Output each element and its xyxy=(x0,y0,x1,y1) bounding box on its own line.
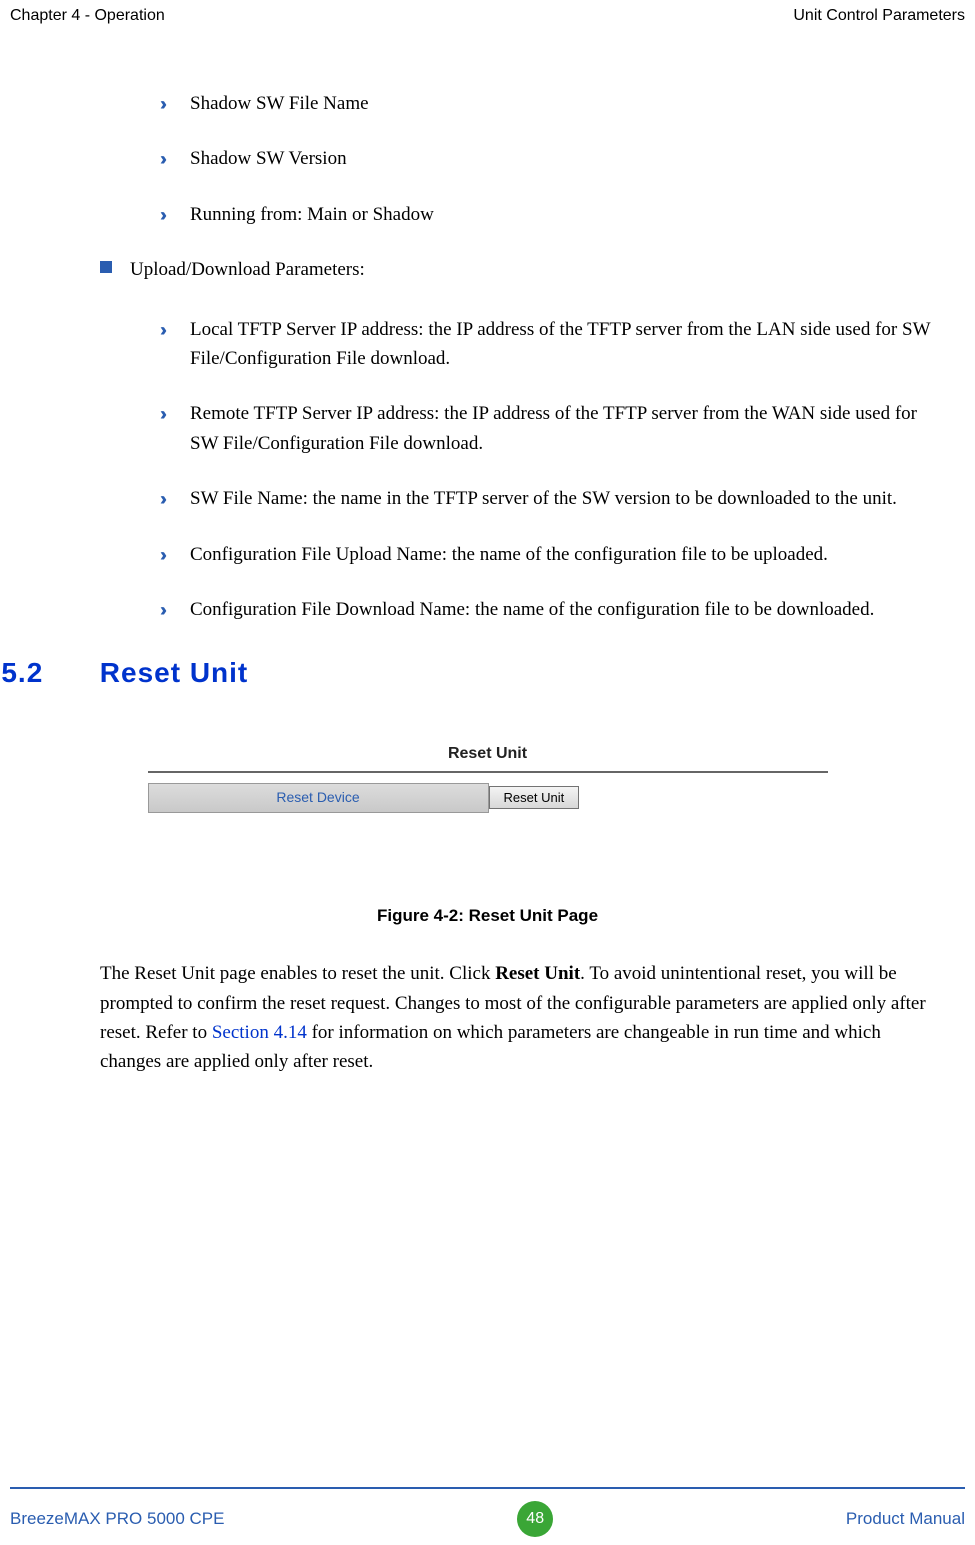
list-text: Configuration File Download Name: the na… xyxy=(190,599,874,620)
header-chapter: Chapter 4 - Operation xyxy=(10,4,165,29)
square-bullet-icon xyxy=(100,261,112,273)
list-item: ›› SW File Name: the name in the TFTP se… xyxy=(130,484,935,513)
upload-heading: Upload/Download Parameters: xyxy=(130,259,365,280)
list-item: ›› Running from: Main or Shadow xyxy=(130,200,935,229)
list-item: ›› Remote TFTP Server IP address: the IP… xyxy=(130,399,935,458)
upload-list: ›› Local TFTP Server IP address: the IP … xyxy=(130,315,935,625)
chevron-icon: ›› xyxy=(160,202,162,230)
chevron-icon: ›› xyxy=(160,91,162,119)
list-text: Local TFTP Server IP address: the IP add… xyxy=(190,319,930,369)
para-bold: Reset Unit xyxy=(495,963,580,984)
list-text: Remote TFTP Server IP address: the IP ad… xyxy=(190,403,917,453)
figure-caption: Figure 4-2: Reset Unit Page xyxy=(138,903,838,929)
header-section: Unit Control Parameters xyxy=(793,4,965,29)
list-item: ›› Configuration File Download Name: the… xyxy=(130,595,935,624)
sw-info-list: ›› Shadow SW File Name ›› Shadow SW Vers… xyxy=(130,89,935,229)
para-part1: The Reset Unit page enables to reset the… xyxy=(100,963,495,984)
section-link[interactable]: Section 4.14 xyxy=(212,1022,307,1043)
footer-manual: Product Manual xyxy=(846,1506,965,1532)
list-item: ›› Configuration File Upload Name: the n… xyxy=(130,540,935,569)
section-number: 4.5.2 xyxy=(0,651,91,694)
chevron-icon: ›› xyxy=(160,542,162,570)
figure-reset-unit: Reset Unit Reset Device Reset Unit Figur… xyxy=(138,742,838,929)
chevron-icon: ›› xyxy=(160,486,162,514)
list-text: Shadow SW File Name xyxy=(190,93,369,114)
list-text: Running from: Main or Shadow xyxy=(190,204,434,225)
page-number: 48 xyxy=(517,1501,553,1537)
page-footer: BreezeMAX PRO 5000 CPE 48 Product Manual xyxy=(0,1487,975,1545)
list-item: ›› Shadow SW File Name xyxy=(130,89,935,118)
upload-heading-row: Upload/Download Parameters: xyxy=(100,255,935,284)
list-item: ›› Local TFTP Server IP address: the IP … xyxy=(130,315,935,374)
list-item: ›› Shadow SW Version xyxy=(130,144,935,173)
chevron-icon: ›› xyxy=(160,146,162,174)
reset-unit-panel: Reset Unit Reset Device Reset Unit xyxy=(148,742,828,813)
list-text: Configuration File Upload Name: the name… xyxy=(190,544,828,565)
list-text: SW File Name: the name in the TFTP serve… xyxy=(190,488,897,509)
reset-row: Reset Device Reset Unit xyxy=(148,783,828,813)
footer-product: BreezeMAX PRO 5000 CPE xyxy=(10,1506,224,1532)
page-header: Chapter 4 - Operation Unit Control Param… xyxy=(0,0,975,29)
section-title: Reset Unit xyxy=(100,657,248,688)
page-content: ›› Shadow SW File Name ›› Shadow SW Vers… xyxy=(0,29,975,1077)
chevron-icon: ›› xyxy=(160,597,162,625)
reset-description: The Reset Unit page enables to reset the… xyxy=(100,959,935,1077)
reset-device-label: Reset Device xyxy=(148,783,489,813)
panel-title: Reset Unit xyxy=(148,742,828,771)
chevron-icon: ›› xyxy=(160,401,162,429)
chevron-icon: ›› xyxy=(160,317,162,345)
section-heading: 4.5.2 Reset Unit xyxy=(0,651,935,694)
reset-unit-button[interactable]: Reset Unit xyxy=(489,786,580,809)
reset-button-cell: Reset Unit xyxy=(489,783,828,813)
panel-divider xyxy=(148,771,828,773)
list-text: Shadow SW Version xyxy=(190,148,347,169)
